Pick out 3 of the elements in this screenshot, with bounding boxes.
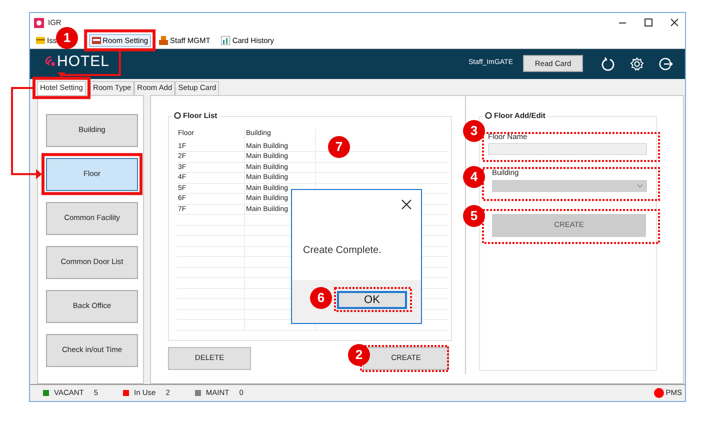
dialog-message: Create Complete. <box>303 244 382 258</box>
logo-text: HOTEL <box>57 54 110 69</box>
ok-button[interactable]: OK <box>337 291 407 309</box>
